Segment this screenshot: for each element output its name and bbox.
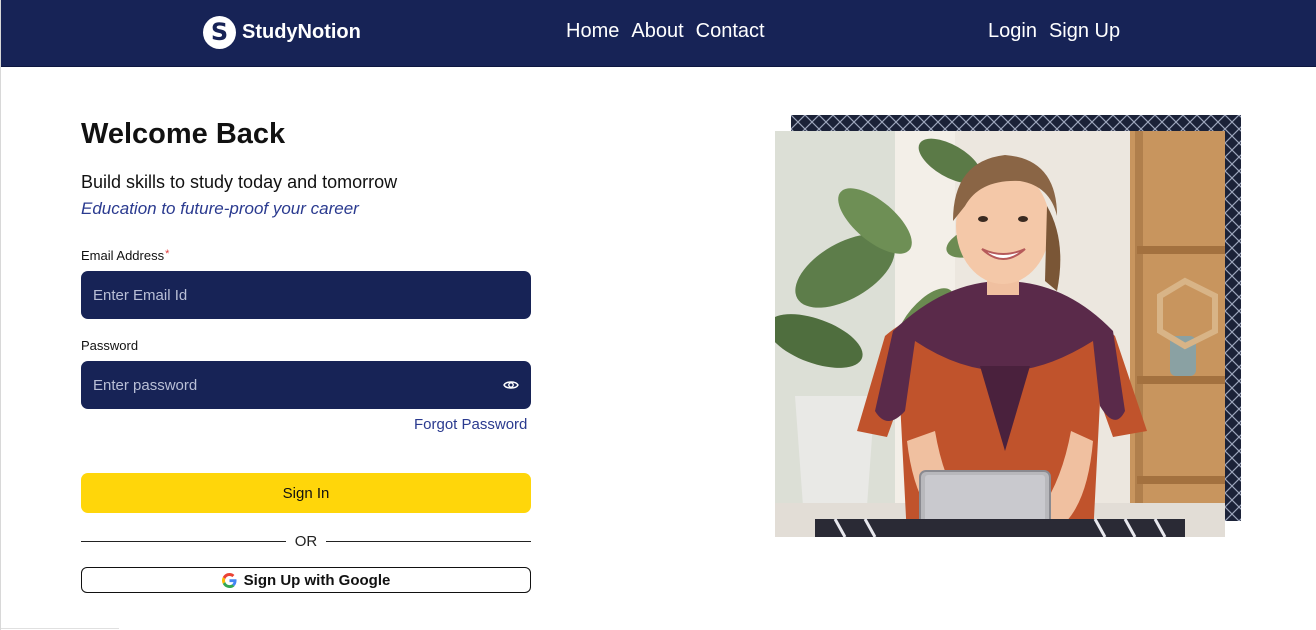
required-mark: * bbox=[165, 248, 170, 260]
logo-badge-icon: S bbox=[203, 15, 236, 49]
email-field[interactable] bbox=[81, 271, 531, 319]
password-field-wrapper bbox=[81, 361, 531, 409]
nav-link-home[interactable]: Home bbox=[566, 20, 619, 43]
logo[interactable]: S StudyNotion bbox=[203, 15, 361, 49]
or-text: OR bbox=[294, 532, 318, 550]
nav-link-contact[interactable]: Contact bbox=[696, 20, 765, 43]
password-label: Password bbox=[81, 338, 139, 353]
sign-in-button[interactable]: Sign In bbox=[81, 473, 531, 513]
google-signup-button[interactable]: Sign Up with Google bbox=[81, 567, 531, 593]
password-field[interactable] bbox=[81, 361, 531, 409]
eye-icon[interactable] bbox=[503, 377, 519, 393]
divider-line-right bbox=[326, 540, 531, 542]
auth-links: Login Sign Up bbox=[988, 20, 1120, 43]
student-photo bbox=[775, 131, 1225, 537]
bottom-divider bbox=[1, 628, 119, 629]
divider-line-left bbox=[81, 540, 286, 542]
signup-link[interactable]: Sign Up bbox=[1049, 20, 1120, 43]
subtitle: Build skills to study today and tomorrow bbox=[81, 172, 398, 192]
navbar: S StudyNotion Home About Contact Login S… bbox=[1, 0, 1316, 67]
login-link[interactable]: Login bbox=[988, 20, 1037, 43]
forgot-password-link[interactable]: Forgot Password bbox=[414, 416, 527, 433]
google-button-label: Sign Up with Google bbox=[243, 571, 391, 589]
page-title: Welcome Back bbox=[81, 118, 286, 150]
google-icon bbox=[221, 572, 237, 588]
email-label: Email Address* bbox=[81, 248, 170, 263]
nav-link-about[interactable]: About bbox=[631, 20, 683, 43]
nav-links: Home About Contact bbox=[566, 20, 765, 43]
or-divider: OR bbox=[81, 531, 531, 551]
email-field-wrapper bbox=[81, 271, 531, 319]
logo-text: StudyNotion bbox=[242, 20, 361, 43]
login-page: S StudyNotion Home About Contact Login S… bbox=[0, 0, 1316, 630]
tagline: Education to future-proof your career bbox=[81, 199, 359, 218]
